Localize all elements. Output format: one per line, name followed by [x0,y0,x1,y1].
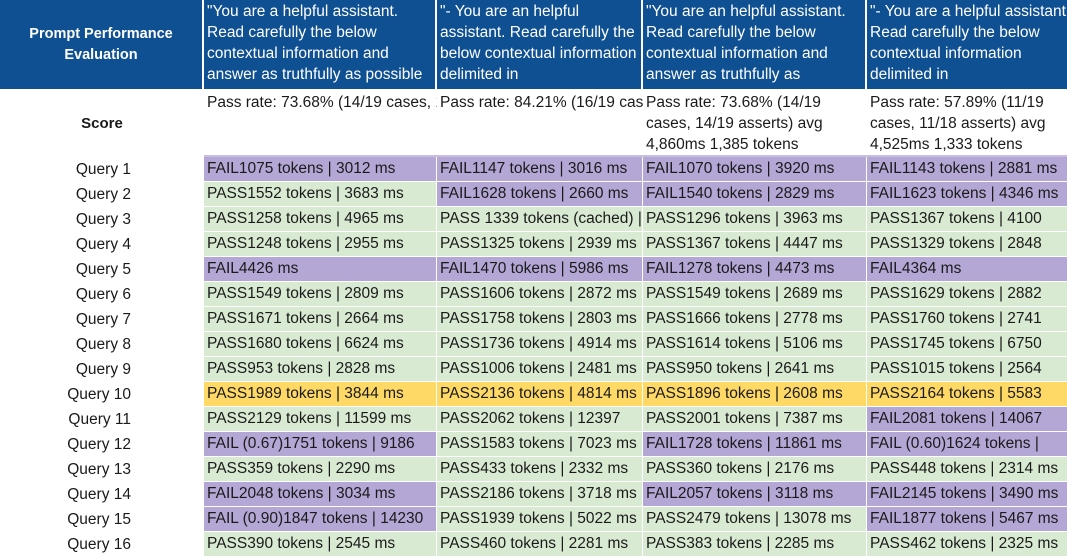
result-cell[interactable]: PASS950 tokens | 2641 ms [643,357,867,382]
result-cell[interactable]: PASS1896 tokens | 2608 ms [643,382,867,407]
result-cell[interactable]: FAIL4364 ms [867,257,1067,282]
result-cell[interactable]: PASS460 tokens | 2281 ms [437,532,643,557]
prompt-header-3[interactable]: "You are an helpful assistant. Read care… [643,0,867,89]
result-cell[interactable]: PASS2129 tokens | 11599 ms [204,407,437,432]
result-cell[interactable]: FAIL1470 tokens | 5986 ms [437,257,643,282]
score-label[interactable]: Score [0,89,204,157]
result-cell[interactable]: PASS953 tokens | 2828 ms [204,357,437,382]
score-cell-3[interactable]: Pass rate: 73.68% (14/19 cases, 14/19 as… [643,89,867,157]
result-cell[interactable]: PASS1329 tokens | 2848 [867,232,1067,257]
result-cell[interactable]: PASS433 tokens | 2332 ms [437,457,643,482]
score-cell-2[interactable]: Pass rate: 84.21% (16/19 case [437,89,643,157]
prompt-text: "You are a helpful assistant. Read caref… [207,3,423,83]
query-label[interactable]: Query 2 [0,182,204,207]
result-cell[interactable]: PASS2062 tokens | 12397 [437,407,643,432]
result-cell[interactable]: FAIL1143 tokens | 2881 ms [867,157,1067,182]
query-label[interactable]: Query 4 [0,232,204,257]
result-cell[interactable]: PASS448 tokens | 2314 ms [867,457,1067,482]
query-label[interactable]: Query 9 [0,357,204,382]
query-label[interactable]: Query 12 [0,432,204,457]
result-cell[interactable]: FAIL1070 tokens | 3920 ms [643,157,867,182]
result-cell[interactable]: PASS1015 tokens | 2564 [867,357,1067,382]
query-label[interactable]: Query 14 [0,482,204,507]
result-cell[interactable]: PASS1006 tokens | 2481 ms [437,357,643,382]
result-cell[interactable]: PASS1549 tokens | 2809 ms [204,282,437,307]
result-cell[interactable]: PASS1614 tokens | 5106 ms [643,332,867,357]
result-cell[interactable]: FAIL1623 tokens | 4346 ms [867,182,1067,207]
result-cell[interactable]: PASS1758 tokens | 2803 ms [437,307,643,332]
result-cell[interactable]: PASS1552 tokens | 3683 ms [204,182,437,207]
result-cell[interactable]: PASS360 tokens | 2176 ms [643,457,867,482]
result-cell[interactable]: PASS2186 tokens | 3718 ms [437,482,643,507]
result-cell[interactable]: PASS1736 tokens | 4914 ms [437,332,643,357]
result-cell[interactable]: FAIL1540 tokens | 2829 ms [643,182,867,207]
result-cell[interactable]: PASS1367 tokens | 4447 ms [643,232,867,257]
result-cell[interactable]: FAIL1728 tokens | 11861 ms [643,432,867,457]
result-cell[interactable]: PASS1745 tokens | 6750 [867,332,1067,357]
query-label[interactable]: Query 11 [0,407,204,432]
score-cell-1[interactable]: Pass rate: 73.68% (14/19 cases, 1 [204,89,437,157]
result-cell[interactable]: FAIL1877 tokens | 5467 ms [867,507,1067,532]
result-cell[interactable]: PASS462 tokens | 2325 ms [867,532,1067,557]
result-cell[interactable]: PASS2479 tokens | 13078 ms [643,507,867,532]
result-cell[interactable]: FAIL2057 tokens | 3118 ms [643,482,867,507]
query-label[interactable]: Query 16 [0,532,204,557]
result-cell[interactable]: FAIL2145 tokens | 3490 ms [867,482,1067,507]
result-cell[interactable]: PASS1583 tokens | 7023 ms [437,432,643,457]
result-cell[interactable]: PASS383 tokens | 2285 ms [643,532,867,557]
result-cell[interactable]: PASS1296 tokens | 3963 ms [643,207,867,232]
result-cell[interactable]: PASS1606 tokens | 2872 ms [437,282,643,307]
result-cell[interactable]: FAIL1278 tokens | 4473 ms [643,257,867,282]
query-label[interactable]: Query 5 [0,257,204,282]
result-cell[interactable]: PASS359 tokens | 2290 ms [204,457,437,482]
result-cell[interactable]: FAIL4426 ms [204,257,437,282]
result-cell[interactable]: PASS1760 tokens | 2741 [867,307,1067,332]
query-label[interactable]: Query 1 [0,157,204,182]
result-cell[interactable]: PASS1671 tokens | 2664 ms [204,307,437,332]
prompt-text: "- You are an helpful assistant. Read ca… [440,3,637,83]
result-cell[interactable]: PASS 1339 tokens (cached) | [437,207,643,232]
result-cell[interactable]: FAIL (0.60)1624 tokens | [867,432,1067,457]
prompt-text: "You are an helpful assistant. Read care… [646,3,846,83]
result-cell[interactable]: FAIL2081 tokens | 14067 [867,407,1067,432]
result-cell[interactable]: FAIL (0.90)1847 tokens | 14230 [204,507,437,532]
query-label[interactable]: Query 3 [0,207,204,232]
score-cell-4[interactable]: Pass rate: 57.89% (11/19 cases, 11/18 as… [867,89,1067,157]
query-label[interactable]: Query 6 [0,282,204,307]
result-cell[interactable]: PASS1629 tokens | 2882 [867,282,1067,307]
result-cell[interactable]: PASS1549 tokens | 2689 ms [643,282,867,307]
result-cell[interactable]: PASS1680 tokens | 6624 ms [204,332,437,357]
prompt-header-2[interactable]: "- You are an helpful assistant. Read ca… [437,0,643,89]
query-label[interactable]: Query 15 [0,507,204,532]
query-label[interactable]: Query 7 [0,307,204,332]
result-cell[interactable]: PASS2164 tokens | 5583 [867,382,1067,407]
result-cell[interactable]: PASS390 tokens | 2545 ms [204,532,437,557]
result-cell[interactable]: PASS1248 tokens | 2955 ms [204,232,437,257]
result-cell[interactable]: FAIL1075 tokens | 3012 ms [204,157,437,182]
result-cell[interactable]: PASS1325 tokens | 2939 ms [437,232,643,257]
query-label[interactable]: Query 8 [0,332,204,357]
prompt-header-1[interactable]: "You are a helpful assistant. Read caref… [204,0,437,89]
table-title[interactable]: Prompt Performance Evaluation [0,0,204,89]
result-cell[interactable]: PASS1666 tokens | 2778 ms [643,307,867,332]
result-cell[interactable]: PASS2136 tokens | 4814 ms [437,382,643,407]
result-cell[interactable]: FAIL1147 tokens | 3016 ms [437,157,643,182]
query-label[interactable]: Query 13 [0,457,204,482]
result-cell[interactable]: PASS1939 tokens | 5022 ms [437,507,643,532]
query-label[interactable]: Query 10 [0,382,204,407]
prompt-header-4[interactable]: "- You are a helpful assistant. Read car… [867,0,1067,89]
result-cell[interactable]: PASS1258 tokens | 4965 ms [204,207,437,232]
evaluation-table: Prompt Performance Evaluation "You are a… [0,0,1067,557]
result-cell[interactable]: FAIL (0.67)1751 tokens | 9186 [204,432,437,457]
result-cell[interactable]: PASS1367 tokens | 4100 [867,207,1067,232]
prompt-text: "- You are a helpful assistant. Read car… [870,3,1067,83]
result-cell[interactable]: FAIL1628 tokens | 2660 ms [437,182,643,207]
result-cell[interactable]: PASS1989 tokens | 3844 ms [204,382,437,407]
result-cell[interactable]: PASS2001 tokens | 7387 ms [643,407,867,432]
result-cell[interactable]: FAIL2048 tokens | 3034 ms [204,482,437,507]
